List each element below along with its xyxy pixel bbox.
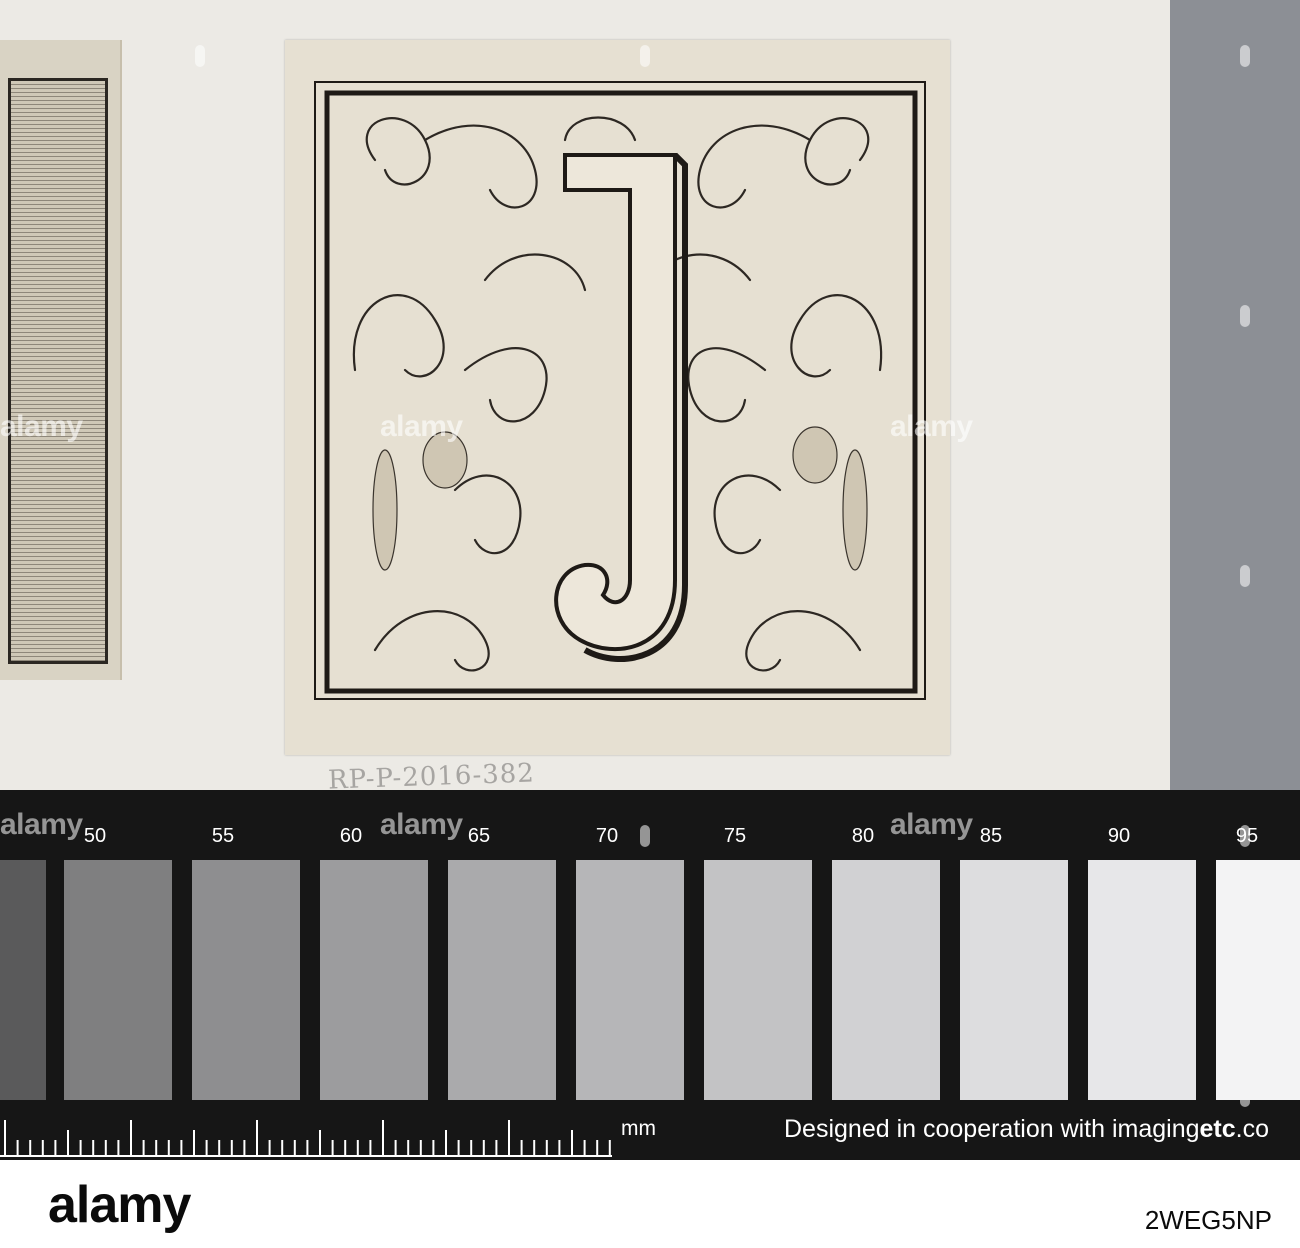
gray-patch — [448, 860, 556, 1100]
watermark-dot — [640, 825, 650, 847]
watermark-dot — [1240, 305, 1250, 327]
ruler-unit-label: mm — [621, 1117, 656, 1140]
alamy-logo[interactable]: alamy — [48, 1175, 191, 1235]
scale-tick-label: 65 — [467, 825, 491, 847]
image-id: 2WEG5NP — [1144, 1205, 1272, 1235]
scale-tick-label: 90 — [1107, 825, 1131, 847]
gray-patch — [1088, 860, 1196, 1100]
gray-patch — [960, 860, 1068, 1100]
ornamental-initial-print — [285, 40, 950, 755]
watermark-text: alamy — [890, 410, 973, 443]
watermark-dot — [1240, 565, 1250, 587]
gray-backdrop — [1170, 0, 1300, 790]
scale-tick-label: 95 — [1235, 825, 1259, 847]
scale-tick-label: 55 — [211, 825, 235, 847]
adjacent-print-fragment — [0, 40, 122, 680]
watermark-dot — [640, 45, 650, 67]
initial-letter-engraving — [314, 81, 926, 700]
gray-patch — [704, 860, 812, 1100]
gray-patch — [192, 860, 300, 1100]
credit-prefix: Designed in cooperation with imaging — [784, 1115, 1200, 1143]
scale-tick-label: 60 — [339, 825, 363, 847]
scale-tick-label: 50 — [83, 825, 107, 847]
stock-footer — [0, 1160, 1300, 1248]
watermark-text: alamy — [0, 410, 83, 443]
mm-ruler — [0, 1120, 612, 1157]
scale-tick-label: 80 — [851, 825, 875, 847]
photograph: RP-P-2016-382 mm Designed in cooperation… — [0, 0, 1300, 1160]
watermark-dot — [1240, 45, 1250, 67]
gray-patch — [576, 860, 684, 1100]
card-credit-text: Designed in cooperation with imagingetc.… — [784, 1115, 1269, 1144]
credit-brand: etc — [1199, 1115, 1236, 1143]
adjacent-print-hatched-frame — [8, 78, 108, 664]
gray-patch — [0, 860, 46, 1100]
scale-tick-label: 75 — [723, 825, 747, 847]
credit-suffix: .co — [1235, 1115, 1270, 1143]
gray-patch — [832, 860, 940, 1100]
gray-patch — [1216, 860, 1300, 1100]
gray-patch — [320, 860, 428, 1100]
watermark-dot — [195, 45, 205, 67]
scale-tick-label: 70 — [595, 825, 619, 847]
scale-tick-label: 85 — [979, 825, 1003, 847]
gray-patch — [64, 860, 172, 1100]
watermark-text: alamy — [380, 410, 463, 443]
